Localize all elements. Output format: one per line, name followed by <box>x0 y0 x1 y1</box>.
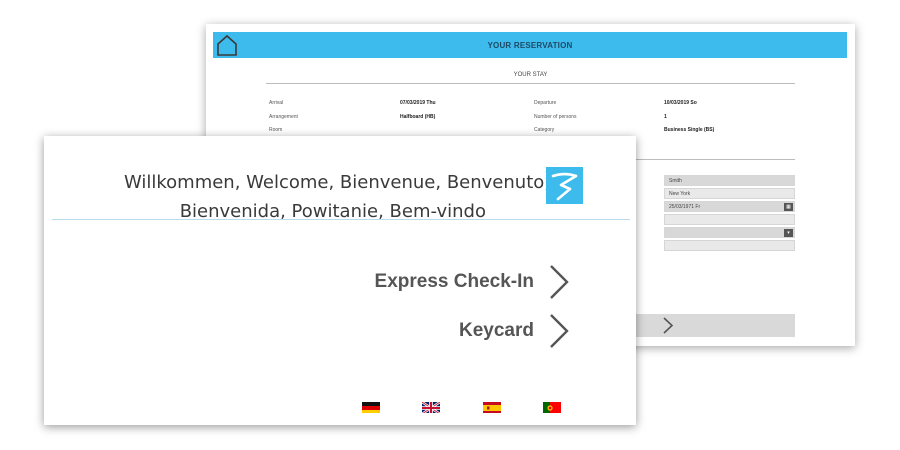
room-label: Room <box>269 127 283 133</box>
chevron-right-icon <box>663 317 674 334</box>
city-field[interactable]: New York <box>664 188 795 199</box>
keycard-label: Keycard <box>459 320 534 341</box>
welcome-line-2: Bienvenida, Powitanie, Bem-vindo <box>179 201 486 222</box>
arrival-value: 07/03/2019 Thu <box>400 100 436 106</box>
flag-spain-icon[interactable] <box>483 401 501 413</box>
reservation-header: YOUR RESERVATION <box>213 32 847 58</box>
departure-value: 10/03/2019 So <box>664 100 697 106</box>
guest-field-6[interactable] <box>664 240 795 251</box>
brand-logo <box>546 167 583 204</box>
keycard-button[interactable]: Keycard <box>459 313 570 349</box>
express-checkin-label: Express Check-In <box>374 271 534 292</box>
welcome-divider <box>52 219 630 220</box>
stay-divider <box>266 83 795 84</box>
welcome-window: Willkommen, Welcome, Bienvenue, Benvenut… <box>44 136 636 425</box>
arrangement-label: Arrangement <box>269 114 298 120</box>
home-icon <box>217 34 237 56</box>
category-label: Category <box>534 127 555 133</box>
welcome-line-1: Willkommen, Welcome, Bienvenue, Benvenut… <box>123 172 550 193</box>
stay-heading: YOUR STAY <box>513 72 548 78</box>
persons-value: 1 <box>664 114 667 120</box>
reservation-title: YOUR RESERVATION <box>487 40 573 50</box>
persons-label: Number of persons <box>534 114 577 120</box>
home-button[interactable] <box>213 32 241 58</box>
last-name-field[interactable]: Smith <box>664 175 795 186</box>
chevron-right-icon <box>550 314 569 348</box>
arrival-label: Arrival <box>269 100 284 106</box>
chevron-right-icon <box>550 265 569 299</box>
birthdate-value: 25/03/1971 Fr <box>669 204 701 210</box>
arrangement-value: Halfboard (HB) <box>400 114 436 120</box>
brand-logo-mark <box>551 172 578 201</box>
departure-label: Departure <box>534 100 557 106</box>
flag-german-icon[interactable] <box>362 401 380 413</box>
welcome-text: Willkommen, Welcome, Bienvenue, Benvenut… <box>44 168 550 226</box>
calendar-icon[interactable]: ▦ <box>784 203 793 211</box>
reservation-continue-button[interactable] <box>632 314 795 337</box>
category-value: Business Single (BS) <box>664 127 715 133</box>
flag-portugal-icon[interactable] <box>543 401 561 413</box>
dropdown-arrow-icon: ▾ <box>784 229 793 237</box>
flag-uk-icon[interactable] <box>422 401 440 413</box>
guest-select[interactable]: ▾ <box>664 227 795 238</box>
birthdate-field[interactable]: 25/03/1971 Fr ▦ <box>664 201 795 212</box>
express-checkin-button[interactable]: Express Check-In <box>375 264 570 300</box>
guest-divider <box>636 159 795 160</box>
guest-field-4[interactable] <box>664 214 795 225</box>
